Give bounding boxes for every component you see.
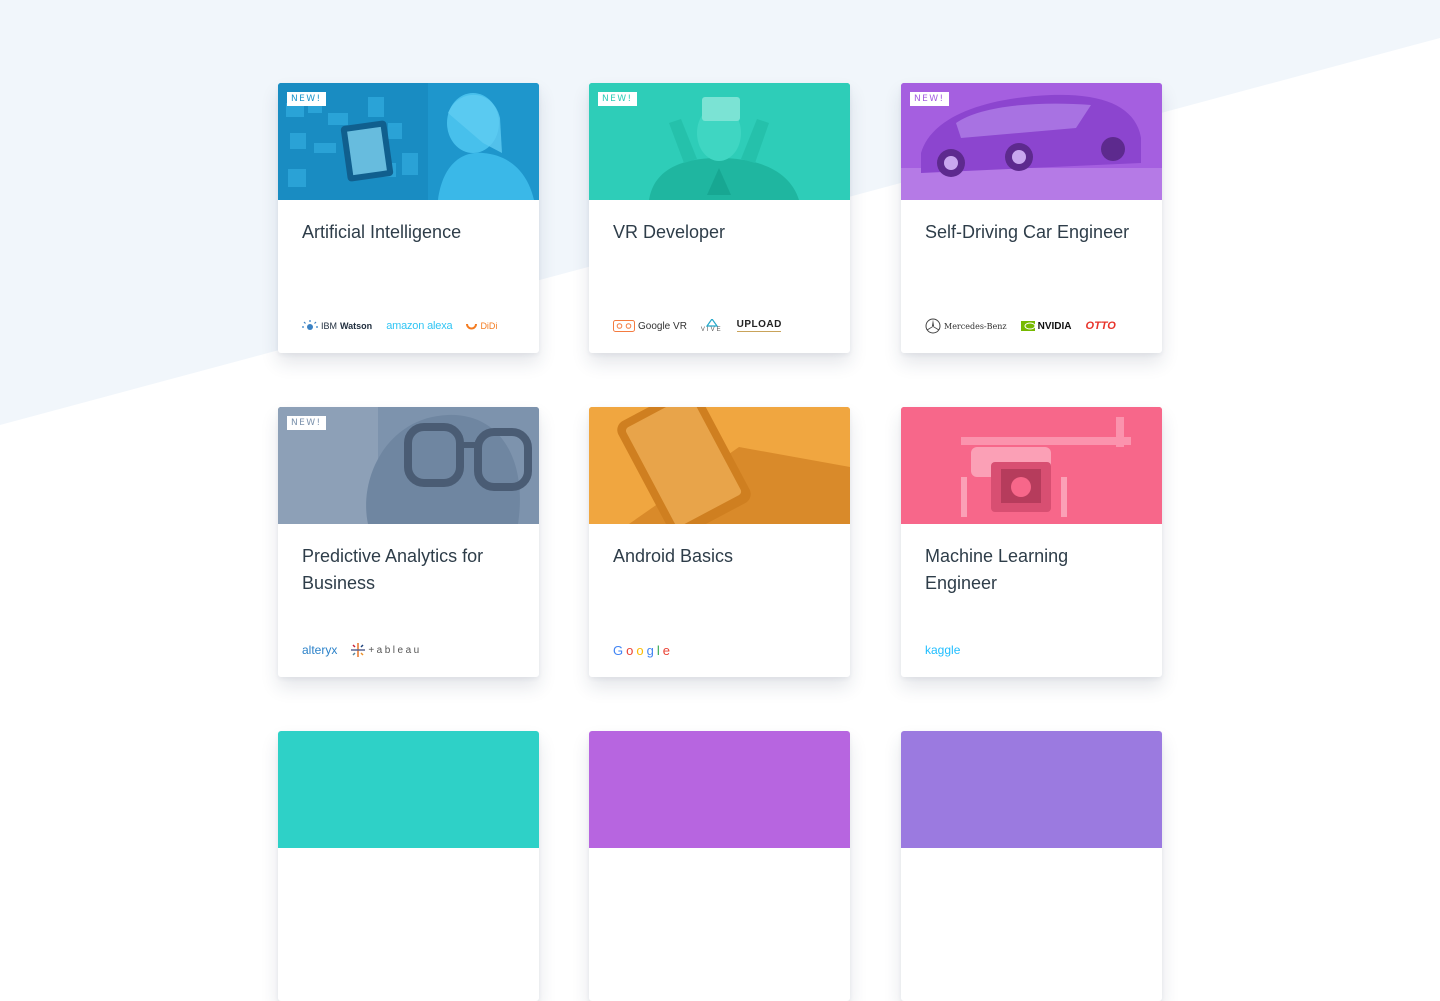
course-card-self-driving-car-engineer[interactable]: NEW! Self-Driving Car Engineer Mercedes-… (901, 83, 1162, 353)
upload-logo: UPLOAD (736, 319, 782, 333)
nvidia-logo: NVIDIA (1020, 321, 1072, 332)
course-image (589, 731, 850, 848)
google-logo: Google (613, 642, 670, 658)
course-card-next-3[interactable] (901, 731, 1162, 1001)
new-badge: NEW! (287, 92, 326, 106)
new-badge: NEW! (287, 416, 326, 430)
course-image (901, 407, 1162, 524)
alteryx-logo: alteryx (302, 643, 338, 657)
partner-logos: Google (613, 638, 670, 662)
course-image: NEW! (589, 83, 850, 200)
new-badge: NEW! (910, 92, 949, 106)
amazon-alexa-logo: amazon alexa (386, 320, 453, 332)
cardboard-icon (613, 320, 635, 332)
course-image: NEW! (278, 407, 539, 524)
didi-logo: DiDi (466, 321, 497, 332)
otto-logo: OTTO (1085, 320, 1116, 332)
hero-illustration (589, 407, 850, 524)
google-vr-logo: Google VR (613, 320, 687, 332)
didi-icon (466, 323, 478, 329)
course-image (589, 407, 850, 524)
course-title: VR Developer (613, 222, 726, 242)
mercedes-benz-logo: Mercedes-Benz (925, 318, 1007, 334)
course-image (278, 731, 539, 848)
ibm-watson-logo: IBM Watson (302, 319, 372, 333)
course-card-machine-learning-engineer[interactable]: Machine Learning Engineer kaggle (901, 407, 1162, 677)
course-grid: NEW! Artificial Intelligence IBM Watson a… (278, 83, 1162, 1001)
course-title: Machine Learning Engineer (925, 546, 1069, 593)
new-badge: NEW! (598, 92, 637, 106)
partner-logos: Mercedes-Benz NVIDIA OTTO (925, 314, 1116, 338)
course-image: NEW! (278, 83, 539, 200)
tableau-cross-icon (351, 643, 366, 657)
course-card-artificial-intelligence[interactable]: NEW! Artificial Intelligence IBM Watson a… (278, 83, 539, 353)
course-title: Predictive Analytics for Business (302, 546, 484, 593)
course-card-android-basics[interactable]: Android Basics Google (589, 407, 850, 677)
mercedes-star-icon (925, 318, 941, 334)
course-card-next-1[interactable] (278, 731, 539, 1001)
hero-illustration (901, 407, 1162, 524)
watson-icon (302, 320, 318, 330)
tableau-logo: +ableau (351, 643, 421, 657)
vive-logo: VIVE (701, 319, 723, 333)
course-image: NEW! (901, 83, 1162, 200)
vive-icon (705, 319, 718, 327)
nvidia-eye-icon (1020, 321, 1035, 331)
partner-logos: alteryx +ableau (302, 638, 422, 662)
partner-logos: kaggle (925, 638, 960, 662)
course-image (901, 731, 1162, 848)
course-card-predictive-analytics[interactable]: NEW! Predictive Analytics for Business a… (278, 407, 539, 677)
partner-logos: Google VR VIVE UPLOAD (613, 314, 782, 338)
partner-logos: IBM Watson amazon alexa DiDi (302, 314, 497, 338)
course-title: Android Basics (613, 546, 734, 566)
kaggle-logo: kaggle (925, 643, 961, 657)
upload-underline (736, 331, 781, 332)
course-title: Artificial Intelligence (302, 222, 462, 242)
course-title: Self-Driving Car Engineer (925, 222, 1130, 242)
course-card-vr-developer[interactable]: NEW! VR Developer Google VR VIVE UPLOAD (589, 83, 850, 353)
course-card-next-2[interactable] (589, 731, 850, 1001)
